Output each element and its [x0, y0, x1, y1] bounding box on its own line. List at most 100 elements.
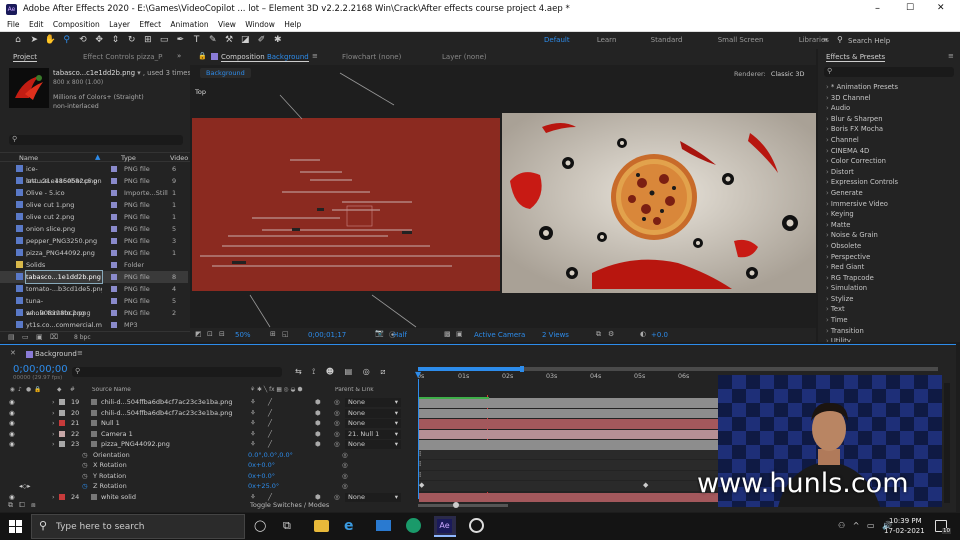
menu-help[interactable]: Help	[284, 20, 301, 29]
transparency-icon[interactable]: ▩	[444, 330, 451, 338]
resolution-select[interactable]: Half	[393, 331, 407, 339]
keyframe-icon[interactable]: ◆	[419, 481, 424, 489]
edge-legacy-icon[interactable]: e	[344, 518, 354, 534]
property-value[interactable]: 0.0°,0.0°,0.0°	[248, 450, 293, 461]
selection-tool-icon[interactable]: ➤	[28, 34, 40, 46]
effect-category[interactable]: › Channel	[818, 135, 960, 146]
obs-icon[interactable]	[469, 518, 484, 533]
expand-arrow-icon[interactable]: ›	[52, 439, 55, 450]
visibility-eye-icon[interactable]: ◉	[9, 418, 15, 429]
clock-time[interactable]: 10:39 PM	[889, 517, 922, 525]
timeline-layer-row[interactable]: ◉ › 24 white solid ⚘ ╱ ⬢ ◎ None ▾	[0, 492, 410, 503]
effect-category[interactable]: › Stylize	[818, 294, 960, 305]
visibility-eye-icon[interactable]: ◉	[9, 429, 15, 440]
tab-layer[interactable]: Layer (none)	[442, 53, 487, 61]
bpc-label[interactable]: 8 bpc	[74, 334, 91, 341]
layer-label-color[interactable]	[59, 420, 65, 426]
pickwhip-icon[interactable]: ◎	[334, 439, 340, 450]
effect-category[interactable]: › Immersive Video	[818, 199, 960, 210]
effect-category[interactable]: › RG Trapcode	[818, 273, 960, 284]
shy-icon[interactable]: ☻	[326, 367, 334, 376]
puppet-pin-icon[interactable]: ✱	[272, 34, 284, 46]
brush-tool-icon[interactable]: ✎	[207, 34, 219, 46]
parent-select[interactable]: None ▾	[345, 408, 401, 418]
draft-3d-icon[interactable]: ⟟	[312, 367, 315, 376]
guides-icon[interactable]: ◱	[282, 330, 289, 338]
parent-select[interactable]: None ▾	[345, 398, 401, 407]
label-color-swatch[interactable]	[111, 262, 117, 268]
label-color-swatch[interactable]	[111, 166, 117, 172]
work-area-end-handle[interactable]	[520, 366, 524, 372]
transform-property-row[interactable]: ◷ Y Rotation 0x+0.0° ◎	[0, 471, 410, 482]
label-color-swatch[interactable]	[111, 178, 117, 184]
label-color-swatch[interactable]	[111, 274, 117, 280]
label-color-swatch[interactable]	[111, 322, 117, 328]
views-select[interactable]: 2 Views	[542, 331, 569, 339]
project-item[interactable]: pizza_PNG44092.png PNG file 1	[0, 247, 188, 259]
timeline-layer-row[interactable]: ◉ › 22 Camera 1 ⚘ ╱ ⬢ ◎ 21. Null 1 ▾	[0, 429, 410, 440]
lock-toggle-icon[interactable]: 🔒	[34, 387, 41, 393]
minimize-button[interactable]: –	[875, 3, 880, 14]
quality-switch-icon[interactable]: ╱	[268, 429, 272, 440]
effect-category[interactable]: › Text	[818, 304, 960, 315]
expand-arrow-icon[interactable]: ›	[52, 492, 55, 503]
workspace-default[interactable]: Default	[544, 36, 570, 44]
effect-category[interactable]: › Utility	[818, 336, 960, 342]
network-icon[interactable]: ▭	[867, 521, 875, 530]
motion-blur-icon[interactable]: ◎	[363, 367, 370, 376]
comp-menu-icon[interactable]: ≡	[312, 52, 318, 60]
col-name[interactable]: Name	[19, 154, 38, 162]
col-parent-link[interactable]: Parent & Link	[335, 387, 374, 393]
layer-label-color[interactable]	[59, 430, 65, 437]
exposure-value[interactable]: +0.0	[651, 331, 668, 339]
timeline-layer-row[interactable]: ◉ › 21 Null 1 ⚘ ╱ ⬢ ◎ None ▾	[0, 418, 410, 429]
panel-more-icon[interactable]: »	[177, 52, 181, 60]
timeline-menu-icon[interactable]: ≡	[77, 349, 83, 357]
project-item[interactable]: tabasco...1e1dd2b.png PNG file 8	[0, 270, 188, 284]
timeline-layer-row[interactable]: ◉ › 19 chili-d...504ffba6db4cf7ac23c3e1ba.p…	[0, 397, 410, 408]
people-icon[interactable]: ⚇	[838, 521, 845, 530]
expand-arrow-icon[interactable]: ›	[52, 408, 55, 419]
zoom-select[interactable]: 50%	[235, 331, 251, 339]
property-value[interactable]: 0x+0.0°	[248, 460, 275, 471]
label-color-swatch[interactable]	[111, 214, 117, 220]
pickwhip-icon[interactable]: ◎	[334, 408, 340, 419]
render-time-icon[interactable]: ⧉	[8, 501, 13, 509]
effect-category[interactable]: › Keying	[818, 209, 960, 220]
search-help-input[interactable]: Search Help	[848, 37, 890, 45]
type-tool-icon[interactable]: T	[191, 34, 203, 46]
keyframe-nav-icon[interactable]: ◂◇▸	[19, 481, 31, 492]
frame-blending-icon[interactable]: ▤	[345, 367, 353, 376]
project-item[interactable]: tuna-sa...908128bc2.pngPNG file 5	[0, 295, 188, 317]
new-comp-icon[interactable]: ▣	[36, 333, 43, 341]
project-item[interactable]: onion slice.png PNG file 5	[0, 223, 188, 235]
delete-icon[interactable]: ⌧	[50, 333, 58, 341]
project-item[interactable]: tomato-...b3cd1de5.png PNG file 4	[0, 283, 188, 295]
label-color-swatch[interactable]	[111, 298, 117, 304]
stopwatch-icon[interactable]: ◷	[82, 471, 88, 482]
timeline-timecode[interactable]: 0;00;00;00	[13, 364, 68, 375]
effect-category[interactable]: › Expression Controls	[818, 177, 960, 188]
menu-animation[interactable]: Animation	[170, 20, 208, 29]
pan-behind-icon[interactable]: ⊞	[142, 34, 154, 46]
home-icon[interactable]: ⌂	[12, 34, 24, 46]
workspace-learn[interactable]: Learn	[597, 36, 617, 44]
pen-tool-icon[interactable]: ✒	[174, 34, 186, 46]
quality-switch-icon[interactable]: ╱	[268, 418, 272, 429]
zoom-slider-handle[interactable]	[453, 502, 459, 508]
eraser-tool-icon[interactable]: ◪	[239, 34, 251, 46]
toggle-mask-icon[interactable]: ⊡	[207, 330, 213, 338]
clock-date[interactable]: 17-02-2021	[884, 527, 925, 535]
after-effects-taskbar-icon[interactable]: Ae	[434, 516, 456, 537]
layer-label-color[interactable]	[59, 409, 65, 416]
shy-switch-icon[interactable]: ⚘	[250, 408, 256, 419]
3d-layer-icon[interactable]: ⬢	[315, 418, 321, 429]
project-item[interactable]: olive cut 2.png PNG file 1	[0, 211, 188, 223]
project-item[interactable]: whole tomato.png PNG file 2	[0, 307, 188, 319]
layer-name[interactable]: Null 1	[101, 418, 244, 429]
pickwhip-icon[interactable]: ◎	[334, 429, 340, 440]
dolly-tool-icon[interactable]: ⇕	[109, 34, 121, 46]
visibility-eye-icon[interactable]: ◉	[9, 397, 15, 408]
search-help-icon[interactable]: ⚲	[837, 35, 843, 44]
label-color-swatch[interactable]	[111, 250, 117, 256]
